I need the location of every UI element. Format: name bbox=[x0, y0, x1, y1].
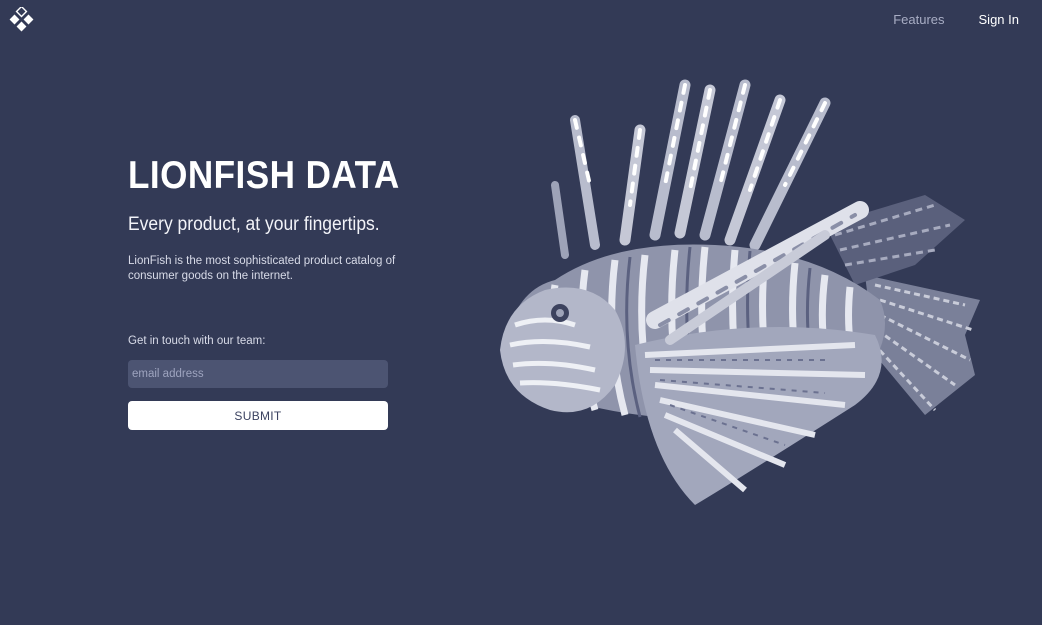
dorsal-spines bbox=[551, 79, 831, 259]
contact-label: Get in touch with our team: bbox=[128, 335, 266, 347]
page-title: LIONFISH DATA bbox=[128, 154, 400, 197]
diamond-cluster-logo-icon bbox=[9, 5, 34, 32]
fish-head bbox=[500, 287, 625, 413]
lionfish-illustration-icon bbox=[500, 79, 980, 505]
email-field[interactable] bbox=[128, 360, 388, 388]
hero-subtitle: Every product, at your fingertips. bbox=[128, 214, 380, 235]
nav-features-link[interactable]: Features bbox=[893, 12, 944, 27]
logo[interactable] bbox=[8, 5, 36, 35]
top-nav: Features Sign In bbox=[893, 12, 1019, 27]
pectoral-fin bbox=[635, 327, 882, 505]
hero-description: LionFish is the most sophisticated produ… bbox=[128, 255, 396, 282]
submit-button[interactable]: SUBMIT bbox=[128, 401, 388, 430]
tail-fin bbox=[865, 275, 980, 415]
nav-sign-in-link[interactable]: Sign In bbox=[979, 12, 1019, 27]
hero-section: LIONFISH DATA Every product, at your fin… bbox=[128, 152, 428, 430]
